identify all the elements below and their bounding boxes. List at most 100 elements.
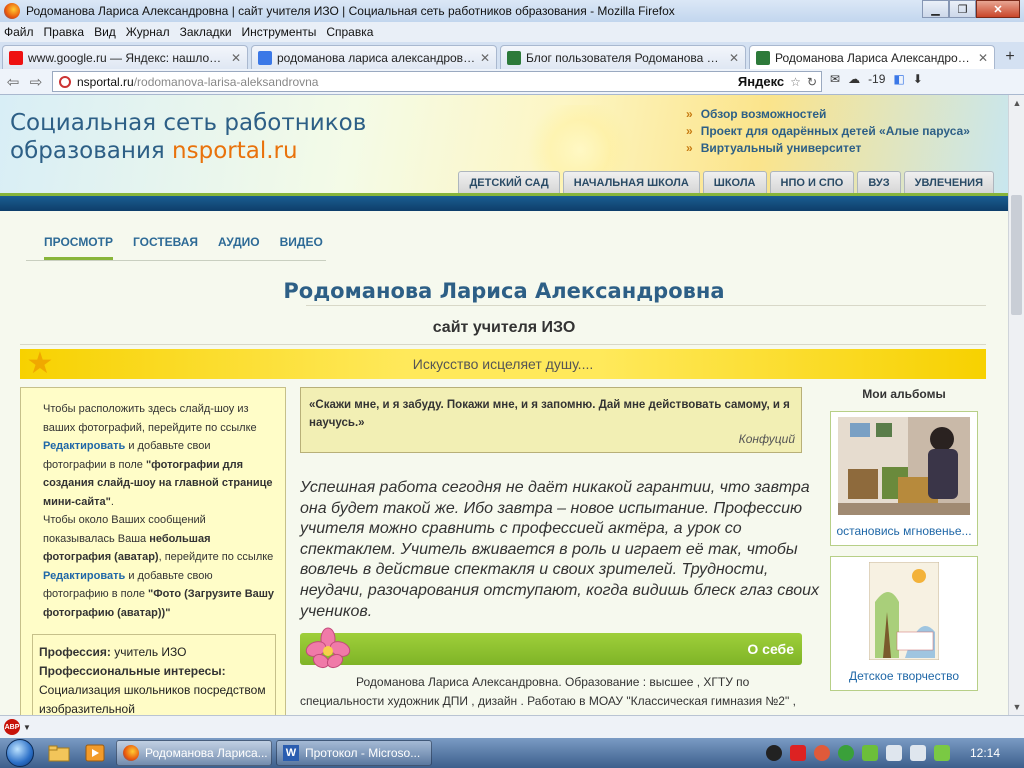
- yandex-favicon-icon: [9, 50, 23, 65]
- subnav-view[interactable]: ПРОСМОТР: [44, 235, 113, 260]
- divider: [306, 305, 986, 306]
- chevron-down-icon[interactable]: ▼: [23, 723, 31, 732]
- media-player-icon[interactable]: [78, 740, 112, 766]
- intro-paragraph: Успешная работа сегодня не даёт никакой …: [300, 479, 819, 620]
- subnav-video[interactable]: ВИДЕО: [280, 235, 323, 260]
- google-favicon-icon: [258, 50, 272, 65]
- taskbar-word[interactable]: W Протокол - Microso...: [276, 740, 432, 766]
- start-button[interactable]: [0, 738, 40, 768]
- profile-subnav: ПРОСМОТР ГОСТЕВАЯ АУДИО ВИДЕО: [26, 235, 326, 261]
- tab-close-icon[interactable]: ✕: [231, 51, 241, 65]
- album-item[interactable]: Детское творчество: [830, 556, 978, 691]
- menu-bar: Файл Правка Вид Журнал Закладки Инструме…: [0, 22, 1024, 42]
- scroll-down-arrow-icon[interactable]: ▼: [1009, 699, 1024, 715]
- forward-arrow-icon[interactable]: ⇨: [26, 72, 46, 92]
- tab-close-icon[interactable]: ✕: [978, 51, 988, 65]
- section-tabs: ДЕТСКИЙ САД НАЧАЛЬНАЯ ШКОЛА ШКОЛА НПО И …: [458, 171, 994, 193]
- word-icon: W: [283, 745, 299, 761]
- tab-close-icon[interactable]: ✕: [480, 51, 490, 65]
- nsportal-favicon-icon: [507, 50, 521, 65]
- tab-hobbies[interactable]: УВЛЕЧЕНИЯ: [903, 171, 994, 193]
- url-path: /rodomanova-larisa-aleksandrovna: [133, 74, 319, 89]
- scroll-up-arrow-icon[interactable]: ▲: [1009, 95, 1024, 111]
- album-item[interactable]: остановись мгновенье...: [830, 411, 978, 546]
- header-band: [0, 193, 1008, 211]
- vertical-scrollbar[interactable]: ▲ ▼: [1008, 95, 1024, 715]
- edit-link[interactable]: Редактировать: [43, 570, 125, 582]
- restore-button[interactable]: ❐: [949, 0, 976, 18]
- tray-antivirus-icon[interactable]: [789, 745, 806, 761]
- reload-icon[interactable]: ↻: [807, 75, 817, 89]
- menu-file[interactable]: Файл: [4, 25, 34, 39]
- quote-text: «Скажи мне, и я забуду. Покажи мне, и я …: [309, 399, 790, 429]
- tray-app-icon[interactable]: [861, 745, 878, 761]
- menu-history[interactable]: Журнал: [126, 25, 170, 39]
- address-bar[interactable]: nsportal.ru/rodomanova-larisa-aleksandro…: [52, 71, 822, 92]
- page-title: Родоманова Лариса Александровна: [283, 279, 725, 303]
- album-label[interactable]: Детское творчество: [836, 668, 972, 685]
- quote-author: Конфуций: [738, 432, 795, 446]
- menu-tools[interactable]: Инструменты: [242, 25, 317, 39]
- albums-title: Мои альбомы: [862, 387, 946, 401]
- site-brand: nsportal.ru: [172, 138, 298, 164]
- tray-app-icon[interactable]: [837, 745, 854, 761]
- menu-edit[interactable]: Правка: [44, 25, 85, 39]
- menu-bookmarks[interactable]: Закладки: [180, 25, 232, 39]
- tray-app-icon[interactable]: [765, 745, 782, 761]
- navigation-bar: ⇦ ⇨ nsportal.ru/rodomanova-larisa-aleksa…: [0, 69, 1024, 95]
- toolbar-right: ✉ ☁ -19 ◧ ⬇: [830, 72, 923, 86]
- yandex-search-area[interactable]: Яндекс ☆ ↻: [733, 72, 821, 91]
- quote-box: «Скажи мне, и я забуду. Покажи мне, и я …: [300, 387, 802, 453]
- tab-current-page[interactable]: Родоманова Лариса Александровна... ✕: [749, 45, 995, 69]
- tray-app-icon[interactable]: [933, 745, 950, 761]
- tray-app-icon[interactable]: [813, 745, 830, 761]
- new-tab-button[interactable]: +: [998, 45, 1022, 69]
- albums-panel: Мои альбомы остановись мгновенье... Детс…: [830, 387, 978, 701]
- scrollbar-thumb[interactable]: [1011, 195, 1022, 315]
- album-label[interactable]: остановись мгновенье...: [836, 523, 972, 540]
- tab-yandex[interactable]: www.google.ru — Яндекс: нашлось ... ✕: [2, 45, 248, 69]
- album-thumbnail[interactable]: [869, 562, 939, 660]
- subnav-audio[interactable]: АУДИО: [218, 235, 260, 260]
- weather-icon[interactable]: ☁: [848, 72, 860, 86]
- minimize-button[interactable]: ▁: [922, 0, 949, 18]
- link-overview[interactable]: » Обзор возможностей: [686, 107, 970, 121]
- bookmark-star-icon[interactable]: ☆: [790, 75, 801, 89]
- page-subtitle: сайт учителя ИЗО: [432, 319, 576, 336]
- site-title[interactable]: Социальная сеть работников образования n…: [10, 109, 366, 165]
- extension-icon[interactable]: ◧: [893, 72, 904, 86]
- adblock-icon[interactable]: ABP: [4, 719, 20, 735]
- menu-help[interactable]: Справка: [326, 25, 373, 39]
- bullet-arrow-icon: »: [686, 124, 693, 138]
- album-photo-drawing: [869, 562, 939, 660]
- tab-school[interactable]: ШКОЛА: [702, 171, 767, 193]
- tab-university[interactable]: ВУЗ: [857, 171, 901, 193]
- menu-view[interactable]: Вид: [94, 25, 116, 39]
- link-virtual-university[interactable]: » Виртуальный университет: [686, 141, 970, 155]
- back-arrow-icon[interactable]: ⇦: [3, 72, 23, 92]
- tab-google-search[interactable]: родоманова лариса александровна... ✕: [251, 45, 497, 69]
- link-gifted-project[interactable]: » Проект для одарённых детей «Алые паруса…: [686, 124, 970, 138]
- tab-kindergarten[interactable]: ДЕТСКИЙ САД: [458, 171, 560, 193]
- tab-npo-spo[interactable]: НПО И СПО: [769, 171, 855, 193]
- download-arrow-icon[interactable]: ⬇: [913, 72, 923, 86]
- tab-primary-school[interactable]: НАЧАЛЬНАЯ ШКОЛА: [562, 171, 700, 193]
- firefox-logo-icon: [4, 3, 20, 19]
- clock[interactable]: 12:14: [970, 746, 1000, 760]
- explorer-folder-icon[interactable]: [42, 740, 76, 766]
- weather-temperature: -19: [868, 72, 886, 86]
- album-thumbnail[interactable]: [838, 417, 970, 515]
- close-window-button[interactable]: ✕: [976, 0, 1020, 18]
- tab-blog[interactable]: Блог пользователя Родоманова Ла... ✕: [500, 45, 746, 69]
- subnav-guestbook[interactable]: ГОСТЕВАЯ: [133, 235, 198, 260]
- flower-icon: [305, 627, 351, 669]
- about-header: О себе: [300, 627, 802, 669]
- tab-close-icon[interactable]: ✕: [729, 51, 739, 65]
- tray-network-icon[interactable]: [885, 745, 902, 761]
- edit-link[interactable]: Редактировать: [43, 440, 125, 452]
- site-identity-icon[interactable]: [59, 75, 71, 88]
- tab-bar: www.google.ru — Яндекс: нашлось ... ✕ ро…: [0, 42, 1024, 69]
- mail-icon[interactable]: ✉: [830, 72, 840, 86]
- tray-volume-icon[interactable]: [909, 745, 926, 761]
- taskbar-firefox[interactable]: Родоманова Лариса...: [116, 740, 272, 766]
